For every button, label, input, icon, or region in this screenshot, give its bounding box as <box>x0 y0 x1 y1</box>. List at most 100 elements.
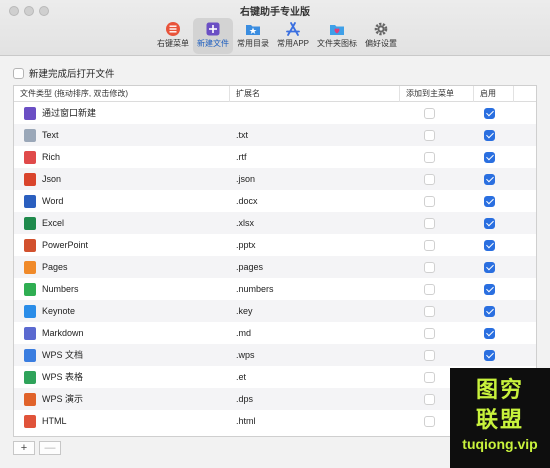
tab-folder-icons[interactable]: 文件夹图标 <box>313 18 361 54</box>
menu-icon <box>166 22 180 36</box>
add-to-main-checkbox[interactable] <box>424 393 435 405</box>
table-row[interactable]: Json .json <box>14 168 536 190</box>
column-header-file-type[interactable]: 文件类型 (拖动排序, 双击修改) <box>14 86 230 102</box>
add-to-main-checkbox[interactable] <box>424 349 435 361</box>
excel-icon <box>24 216 36 230</box>
extension-cell: .rtf <box>236 152 247 162</box>
table-row[interactable]: Numbers .numbers <box>14 278 536 300</box>
add-to-main-cell <box>424 278 435 300</box>
table-row[interactable]: Pages .pages <box>14 256 536 278</box>
open-after-create-checkbox[interactable] <box>13 67 24 79</box>
tab-common-folders[interactable]: 常用目录 <box>233 18 273 54</box>
wps-sheet-icon <box>24 370 36 384</box>
add-to-main-checkbox[interactable] <box>424 173 435 185</box>
extension-cell: .docx <box>236 196 258 206</box>
extension-cell: .key <box>236 306 253 316</box>
table-row[interactable]: Keynote .key <box>14 300 536 322</box>
add-to-main-checkbox[interactable] <box>424 327 435 339</box>
enabled-cell <box>484 190 495 212</box>
add-to-main-checkbox[interactable] <box>424 239 435 251</box>
add-to-main-checkbox[interactable] <box>424 415 435 427</box>
add-to-main-cell <box>424 410 435 432</box>
tab-preferences[interactable]: 偏好设置 <box>361 18 401 54</box>
add-to-main-cell <box>424 256 435 278</box>
watermark-line-2: 联盟 <box>475 407 524 432</box>
file-type-name: Word <box>42 196 64 206</box>
add-to-main-cell <box>424 234 435 256</box>
table-row[interactable]: Rich .rtf <box>14 146 536 168</box>
file-type-name: 通过窗口新建 <box>42 108 97 118</box>
tab-label: 文件夹图标 <box>317 39 357 48</box>
watermark: 图穷 联盟 tuqiong.vip <box>450 368 550 468</box>
enabled-checkbox[interactable] <box>484 195 495 207</box>
tab-right-click-menu[interactable]: 右键菜单 <box>153 18 193 54</box>
gear-icon <box>374 22 388 36</box>
table-row[interactable]: Text .txt <box>14 124 536 146</box>
enabled-checkbox[interactable] <box>484 217 495 229</box>
open-after-create-label: 新建完成后打开文件 <box>29 69 115 80</box>
open-after-create-option[interactable]: 新建完成后打开文件 <box>13 66 115 80</box>
markdown-icon <box>24 326 36 340</box>
add-to-main-checkbox[interactable] <box>424 371 435 383</box>
enabled-cell <box>484 278 495 300</box>
tab-label: 常用APP <box>276 39 309 48</box>
add-to-main-cell <box>424 322 435 344</box>
add-to-main-checkbox[interactable] <box>424 261 435 273</box>
enabled-checkbox[interactable] <box>484 173 495 185</box>
new-window-icon <box>24 106 36 120</box>
table-row[interactable]: Excel .xlsx <box>14 212 536 234</box>
enabled-cell <box>484 344 495 366</box>
table-row[interactable]: PowerPoint .pptx <box>14 234 536 256</box>
file-type-name: WPS 表格 <box>42 372 84 382</box>
column-header-enabled[interactable]: 启用 <box>474 86 514 102</box>
json-file-icon <box>24 172 36 186</box>
file-type-name: WPS 演示 <box>42 394 84 404</box>
file-type-cell: Markdown <box>24 322 84 344</box>
tab-new-file[interactable]: 新建文件 <box>193 18 233 54</box>
add-to-main-checkbox[interactable] <box>424 283 435 295</box>
extension-cell: .xlsx <box>236 218 254 228</box>
add-to-main-checkbox[interactable] <box>424 107 435 119</box>
file-type-cell: Word <box>24 190 63 212</box>
enabled-cell <box>484 124 495 146</box>
add-to-main-cell <box>424 344 435 366</box>
enabled-cell <box>484 168 495 190</box>
add-to-main-checkbox[interactable] <box>424 217 435 229</box>
file-type-cell: PowerPoint <box>24 234 88 256</box>
rtf-file-icon <box>24 150 36 164</box>
tab-common-apps[interactable]: 常用APP <box>273 18 313 54</box>
new-file-icon <box>206 22 220 36</box>
column-header-extension[interactable]: 扩展名 <box>230 86 400 102</box>
table-row[interactable]: 通过窗口新建 <box>14 102 536 124</box>
enabled-checkbox[interactable] <box>484 151 495 163</box>
table-row[interactable]: WPS 文档 .wps <box>14 344 536 366</box>
enabled-checkbox[interactable] <box>484 305 495 317</box>
extension-cell: .json <box>236 174 256 184</box>
extension-cell: .numbers <box>236 284 274 294</box>
table-header: 文件类型 (拖动排序, 双击修改) 扩展名 添加到主菜单 启用 <box>14 86 536 102</box>
add-to-main-checkbox[interactable] <box>424 195 435 207</box>
table-row[interactable]: Word .docx <box>14 190 536 212</box>
add-to-main-cell <box>424 146 435 168</box>
add-button[interactable]: + <box>13 441 35 455</box>
remove-button[interactable]: — <box>39 441 61 455</box>
enabled-checkbox[interactable] <box>484 107 495 119</box>
file-type-name: WPS 文档 <box>42 350 84 360</box>
add-to-main-checkbox[interactable] <box>424 151 435 163</box>
add-to-main-cell <box>424 388 435 410</box>
keynote-icon <box>24 304 36 318</box>
enabled-checkbox[interactable] <box>484 261 495 273</box>
column-header-add-to-main[interactable]: 添加到主菜单 <box>400 86 474 102</box>
file-type-name: Excel <box>42 218 65 228</box>
file-type-name: Json <box>42 174 62 184</box>
add-to-main-checkbox[interactable] <box>424 305 435 317</box>
enabled-checkbox[interactable] <box>484 327 495 339</box>
enabled-checkbox[interactable] <box>484 129 495 141</box>
enabled-checkbox[interactable] <box>484 239 495 251</box>
enabled-checkbox[interactable] <box>484 349 495 361</box>
add-to-main-checkbox[interactable] <box>424 129 435 141</box>
table-row[interactable]: Markdown .md <box>14 322 536 344</box>
file-type-name: PowerPoint <box>42 240 89 250</box>
enabled-checkbox[interactable] <box>484 283 495 295</box>
tab-label: 偏好设置 <box>365 39 397 48</box>
